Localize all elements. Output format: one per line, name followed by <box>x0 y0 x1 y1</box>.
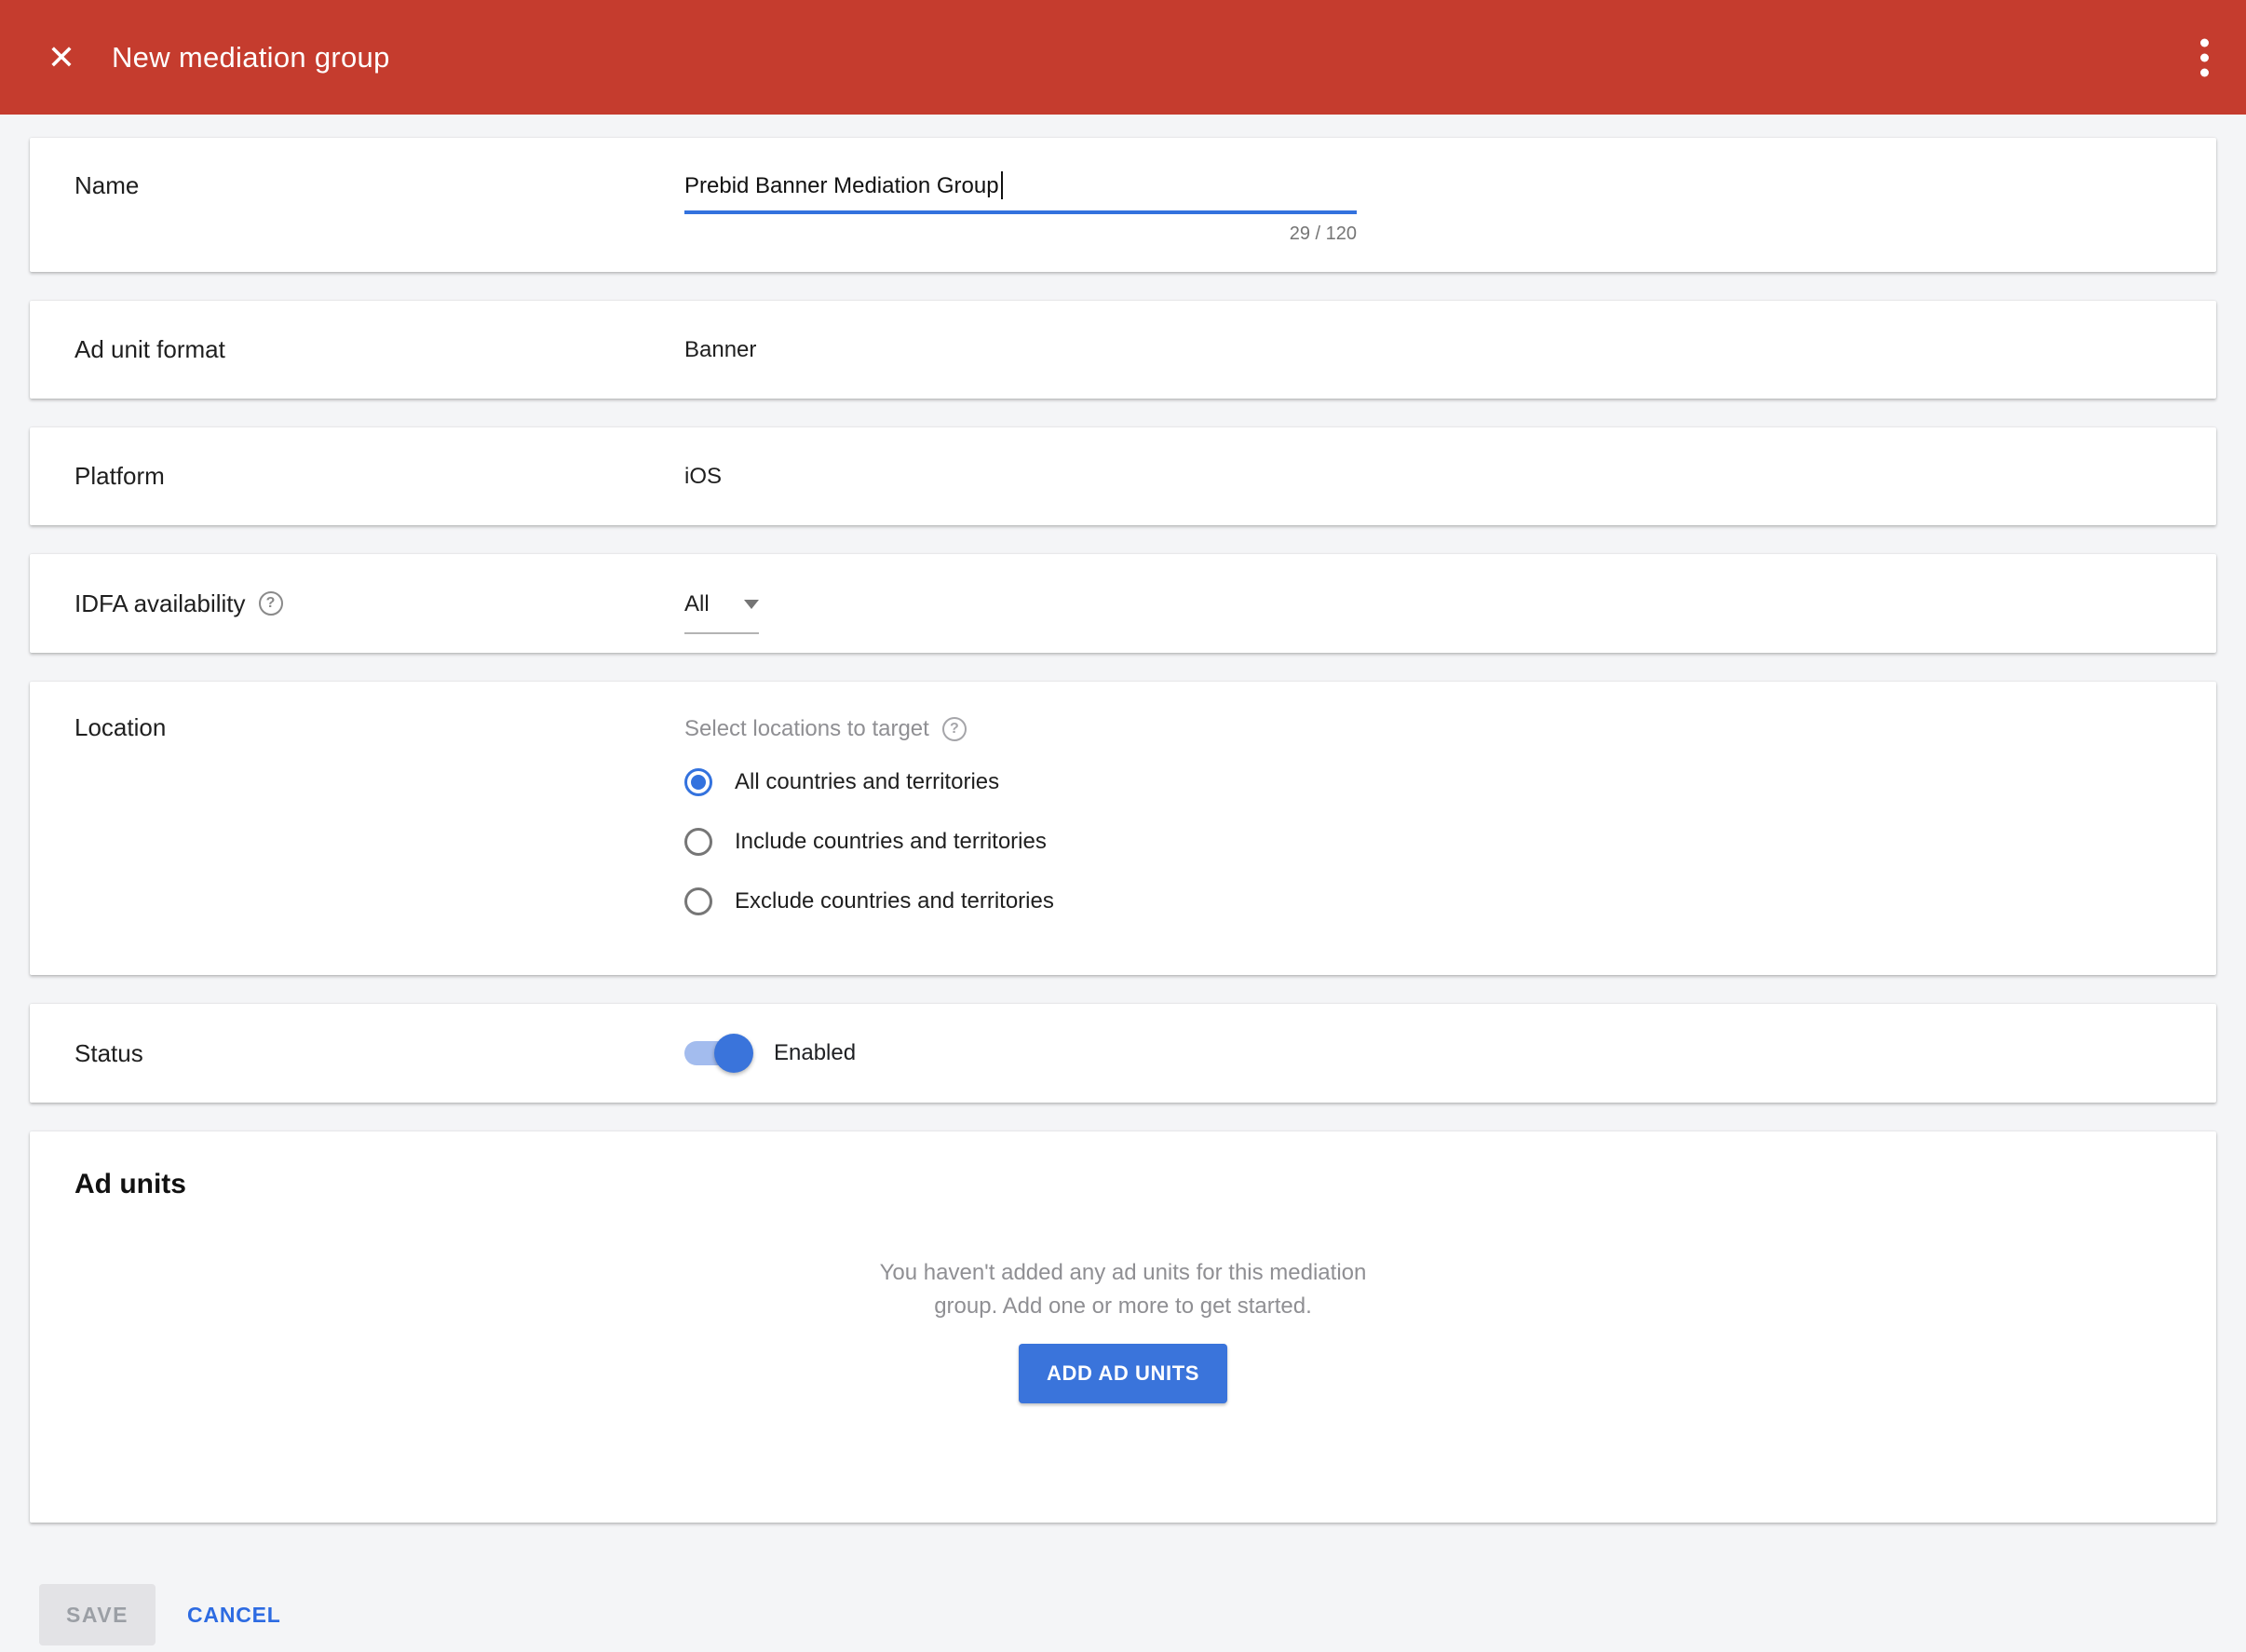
text-cursor <box>1001 171 1003 199</box>
ad-unit-format-card: Ad unit format Banner <box>30 301 2216 399</box>
radio-selected-icon[interactable] <box>684 768 712 796</box>
cancel-button[interactable]: CANCEL <box>187 1603 281 1628</box>
ad-units-heading: Ad units <box>74 1169 2172 1200</box>
help-icon[interactable]: ? <box>259 591 283 616</box>
close-icon[interactable]: ✕ <box>41 41 82 74</box>
radio-option-all-countries[interactable]: All countries and territories <box>684 762 2216 803</box>
page-title: New mediation group <box>112 41 390 74</box>
location-card: Location Select locations to target ? Al… <box>30 682 2216 975</box>
ad-units-empty-text: You haven't added any ad units for this … <box>851 1256 1396 1323</box>
idfa-selected-value: All <box>684 591 710 617</box>
platform-value: iOS <box>684 464 2216 490</box>
status-toggle-thumb[interactable] <box>714 1034 753 1073</box>
idfa-dropdown[interactable]: All <box>684 591 759 634</box>
name-input[interactable]: Prebid Banner Mediation Group <box>684 171 1357 214</box>
overflow-menu-button[interactable] <box>2191 29 2218 86</box>
save-button[interactable]: SAVE <box>39 1584 156 1645</box>
app-header: ✕ New mediation group <box>0 0 2246 115</box>
status-toggle[interactable] <box>684 1041 746 1065</box>
status-card: Status Enabled <box>30 1004 2216 1103</box>
kebab-dot <box>2200 68 2209 76</box>
radio-unselected-icon[interactable] <box>684 887 712 915</box>
footer-actions: SAVE CANCEL <box>39 1584 2246 1645</box>
form-page: Name Prebid Banner Mediation Group 29 / … <box>0 138 2246 1523</box>
status-value: Enabled <box>774 1040 856 1066</box>
name-input-value: Prebid Banner Mediation Group <box>684 173 999 199</box>
location-label: Location <box>74 682 684 742</box>
chevron-down-icon <box>744 600 759 609</box>
platform-card: Platform iOS <box>30 427 2216 525</box>
idfa-card: IDFA availability ? All <box>30 554 2216 653</box>
kebab-dot <box>2200 38 2209 47</box>
ad-units-card: Ad units You haven't added any ad units … <box>30 1131 2216 1523</box>
kebab-dot <box>2200 53 2209 61</box>
name-char-counter: 29 / 120 <box>684 223 1357 245</box>
add-ad-units-button[interactable]: ADD AD UNITS <box>1019 1344 1227 1403</box>
ad-unit-format-value: Banner <box>684 337 2216 363</box>
name-label: Name <box>74 171 684 200</box>
idfa-label: IDFA availability <box>74 589 246 618</box>
ad-unit-format-label: Ad unit format <box>74 335 684 364</box>
radio-option-include-countries[interactable]: Include countries and territories <box>684 821 2216 862</box>
status-label: Status <box>74 1039 684 1068</box>
radio-option-exclude-countries[interactable]: Exclude countries and territories <box>684 881 2216 922</box>
help-icon[interactable]: ? <box>942 717 967 741</box>
name-card: Name Prebid Banner Mediation Group 29 / … <box>30 138 2216 272</box>
radio-unselected-icon[interactable] <box>684 828 712 856</box>
platform-label: Platform <box>74 462 684 491</box>
location-helper-text: Select locations to target <box>684 715 929 743</box>
